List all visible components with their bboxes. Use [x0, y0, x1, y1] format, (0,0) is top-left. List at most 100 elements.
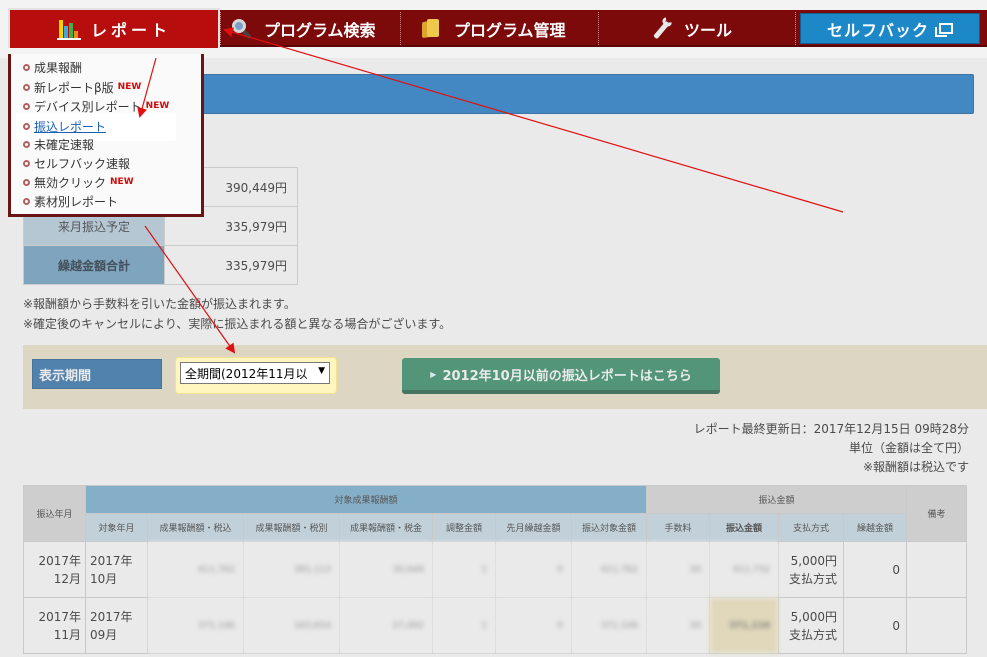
- menu-item-material-report[interactable]: 素材別レポート: [23, 192, 118, 210]
- menu-item-reward[interactable]: 成果報酬: [23, 58, 82, 76]
- header-transfer-group: 振込金額: [646, 485, 907, 514]
- menu-item-selfback-report[interactable]: セルフバック速報: [23, 154, 130, 172]
- header-reward-tax: 成果報酬額・税金: [339, 513, 433, 542]
- menu-item-label: 振込レポート: [34, 119, 107, 134]
- period-label: 表示期間: [32, 359, 162, 389]
- folder-icon: [420, 18, 444, 40]
- pay-method-cell: 5,000円 支払方式: [778, 541, 844, 598]
- nav-divider: [400, 12, 401, 45]
- adjust-cell: 1: [432, 597, 496, 654]
- header-fee: 手数料: [646, 513, 710, 542]
- transfer-amount-cell: 411,732: [709, 541, 779, 598]
- menu-item-label: 無効クリック: [34, 175, 107, 190]
- fee-cell: 30: [646, 541, 710, 598]
- nav-program-manage-label: プログラム管理: [454, 20, 566, 40]
- new-badge: NEW: [110, 177, 134, 187]
- period-select-highlight: 全期間(2012年11月以 ▼: [175, 357, 337, 394]
- header-reward-incl: 成果報酬額・税込: [147, 513, 244, 542]
- transfer-target-cell: 371,146: [571, 597, 647, 654]
- report-dropdown-menu: 成果報酬 新レポートβ版 NEW デバイス別レポート NEW 振込レポート 未確…: [8, 54, 204, 217]
- note-line: ※確定後のキャンセルにより、実際に振込まれる額と異なる場合がございます。: [23, 317, 452, 331]
- bullet-icon: [23, 102, 30, 110]
- menu-item-label: 成果報酬: [34, 60, 83, 75]
- reward-tax-cell: 27,492: [339, 597, 433, 654]
- header-transfer-amount: 振込金額: [709, 513, 779, 542]
- old-transfer-report-label: 2012年10月以前の振込レポートはこちら: [442, 368, 692, 384]
- play-triangle-icon: ▶: [430, 369, 437, 379]
- unit-note: 単位（金額は全て円）: [848, 441, 969, 455]
- note-cell: [906, 597, 967, 654]
- menu-item-device-report[interactable]: デバイス別レポート NEW: [23, 97, 169, 115]
- period-select[interactable]: 全期間(2012年11月以 ▼: [180, 362, 330, 384]
- new-badge: NEW: [117, 82, 142, 92]
- header-note: 備考: [906, 485, 967, 542]
- new-badge: NEW: [145, 101, 170, 111]
- summary-row: 繰越金額合計 335,979円: [23, 245, 298, 285]
- menu-item-invalid-click[interactable]: 無効クリック NEW: [23, 173, 134, 191]
- external-window-icon: [935, 23, 953, 37]
- target-month-cell: 2017年 09月: [85, 597, 148, 654]
- header-transfer-month: 振込年月: [23, 485, 86, 542]
- last-updated: レポート最終更新日：2017年12月15日 09時28分: [693, 422, 969, 436]
- fee-cell: 30: [646, 597, 710, 654]
- nav-program-manage[interactable]: プログラム管理: [420, 10, 566, 47]
- dropdown-caret-icon: ▼: [318, 366, 325, 376]
- target-month-cell: 2017年 10月: [85, 541, 148, 598]
- magnifier-icon: [230, 18, 254, 40]
- transfer-target-cell: 411,762: [571, 541, 647, 598]
- reward-tax-cell: 30,649: [339, 541, 433, 598]
- nav-report[interactable]: レポート: [8, 8, 220, 48]
- bullet-icon: [23, 140, 30, 148]
- note-cell: [906, 541, 967, 598]
- tax-note: ※報酬額は税込です: [862, 460, 969, 474]
- table-row: 2017年 12月 2017年 10月 411,762 381,113 30,649…: [23, 541, 967, 598]
- nav-divider: [598, 12, 599, 45]
- nav-divider: [795, 12, 796, 45]
- bullet-icon: [23, 178, 30, 186]
- menu-item-label: セルフバック速報: [34, 156, 131, 171]
- nav-program-search-label: プログラム検索: [264, 20, 376, 40]
- menu-item-label: 未確定速報: [34, 137, 95, 152]
- header-reward-group: 対象成果報酬額: [85, 485, 647, 514]
- menu-item-unconfirmed[interactable]: 未確定速報: [23, 135, 94, 153]
- old-transfer-report-button[interactable]: ▶ 2012年10月以前の振込レポートはこちら: [402, 358, 720, 394]
- transfer-amount-cell: 371,116: [709, 597, 779, 654]
- menu-item-new-report-beta[interactable]: 新レポートβ版 NEW: [23, 78, 141, 96]
- header-target-month: 対象年月: [85, 513, 148, 542]
- bullet-icon: [23, 159, 30, 167]
- nav-report-label: レポート: [90, 21, 171, 40]
- carry-amount-cell: 0: [843, 541, 907, 598]
- carry-prev-cell: 0: [495, 597, 572, 654]
- header-transfer-target: 振込対象金額: [571, 513, 647, 542]
- wrench-icon: [650, 15, 674, 40]
- table-row: 2017年 11月 2017年 09月 371,146 343,654 27,492…: [23, 597, 967, 654]
- summary-label: 繰越金額合計: [23, 245, 165, 285]
- transfer-report-table: 振込年月 対象成果報酬額 振込金額 備考 対象年月 成果報酬額・税込 成果報酬額…: [23, 485, 967, 654]
- menu-item-label: デバイス別レポート: [34, 99, 142, 114]
- report-meta: レポート最終更新日：2017年12月15日 09時28分 単位（金額は全て円） …: [694, 420, 969, 477]
- nav-program-search[interactable]: プログラム検索: [230, 10, 376, 47]
- summary-value: 335,979円: [164, 245, 298, 285]
- selfback-button[interactable]: セルフバック: [800, 13, 980, 44]
- header-pay-method: 支払方式: [778, 513, 844, 542]
- bullet-icon: [23, 197, 30, 205]
- nav-divider: [220, 12, 221, 45]
- menu-item-label: 新レポートβ版: [34, 80, 114, 95]
- top-navigation: レポート プログラム検索 プログラム管理 ツール セルフバック: [0, 0, 987, 58]
- bar-chart-icon: [56, 18, 81, 40]
- table-header-row: 振込年月 対象成果報酬額 振込金額 備考: [23, 485, 967, 542]
- header-carry-amount: 繰越金額: [843, 513, 907, 542]
- transfer-month-cell: 2017年 11月: [23, 597, 86, 654]
- reward-incl-cell: 371,146: [147, 597, 244, 654]
- header-carry-prev: 先月繰越金額: [495, 513, 572, 542]
- reward-excl-cell: 343,654: [243, 597, 340, 654]
- menu-item-transfer-report[interactable]: 振込レポート: [23, 117, 106, 135]
- reward-incl-cell: 411,762: [147, 541, 244, 598]
- nav-tools[interactable]: ツール: [650, 10, 732, 47]
- table-subheader-row: 対象年月 成果報酬額・税込 成果報酬額・税別 成果報酬額・税金 調整金額 先月繰…: [24, 513, 967, 542]
- header-adjust: 調整金額: [432, 513, 496, 542]
- note-line: ※報酬額から手数料を引いた金額が振込まれます。: [23, 297, 296, 311]
- adjust-cell: 1: [432, 541, 496, 598]
- bullet-icon: [23, 122, 30, 130]
- carry-prev-cell: 0: [495, 541, 572, 598]
